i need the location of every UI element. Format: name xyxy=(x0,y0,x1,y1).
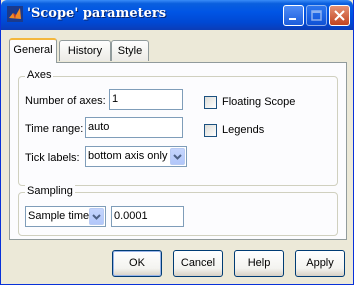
legends-label[interactable]: Legends xyxy=(222,124,264,136)
sampling-mode-value: Sample time xyxy=(28,210,90,222)
tab-style[interactable]: Style xyxy=(111,40,149,61)
close-button[interactable] xyxy=(329,5,350,26)
tick-labels-label: Tick labels: xyxy=(25,152,80,164)
cancel-button[interactable]: Cancel xyxy=(173,250,223,277)
scope-parameters-dialog: 'Scope' parameters General History Style… xyxy=(0,0,354,285)
axes-group-legend: Axes xyxy=(25,69,54,81)
chevron-down-icon xyxy=(92,214,101,220)
maximize-icon xyxy=(311,10,322,21)
time-range-label: Time range: xyxy=(25,123,84,135)
tick-labels-value: bottom axis only xyxy=(88,150,168,162)
matlab-icon xyxy=(7,6,23,22)
minimize-icon xyxy=(289,18,296,20)
title-bar[interactable]: 'Scope' parameters xyxy=(1,0,353,30)
close-icon xyxy=(334,10,345,21)
axes-group: Axes Number of axes: 1 Time range: auto … xyxy=(18,69,338,186)
sampling-group: Sampling Sample time 0.0001 xyxy=(18,185,338,236)
minimize-button[interactable] xyxy=(283,5,304,26)
tab-general[interactable]: General xyxy=(9,38,57,63)
number-of-axes-input[interactable]: 1 xyxy=(109,89,183,110)
maximize-button[interactable] xyxy=(306,5,327,26)
sampling-mode-dropdown-button[interactable] xyxy=(89,208,104,225)
ok-button[interactable]: OK xyxy=(112,250,162,277)
floating-scope-checkbox[interactable] xyxy=(204,96,217,109)
tab-history[interactable]: History xyxy=(59,40,111,61)
number-of-axes-label: Number of axes: xyxy=(25,95,106,107)
sampling-mode-select[interactable]: Sample time xyxy=(25,206,106,227)
sampling-group-legend: Sampling xyxy=(25,185,75,197)
chevron-down-icon xyxy=(173,154,182,160)
general-tab-panel: Axes Number of axes: 1 Time range: auto … xyxy=(9,62,347,240)
window-title: 'Scope' parameters xyxy=(27,6,167,21)
time-range-input[interactable]: auto xyxy=(85,117,183,138)
apply-button[interactable]: Apply xyxy=(295,250,345,277)
legends-checkbox[interactable] xyxy=(204,124,217,137)
tick-labels-select[interactable]: bottom axis only xyxy=(85,146,187,167)
help-button[interactable]: Help xyxy=(234,250,284,277)
floating-scope-label[interactable]: Floating Scope xyxy=(222,96,295,108)
tick-labels-dropdown-button[interactable] xyxy=(170,148,185,165)
sample-time-input[interactable]: 0.0001 xyxy=(111,206,184,227)
